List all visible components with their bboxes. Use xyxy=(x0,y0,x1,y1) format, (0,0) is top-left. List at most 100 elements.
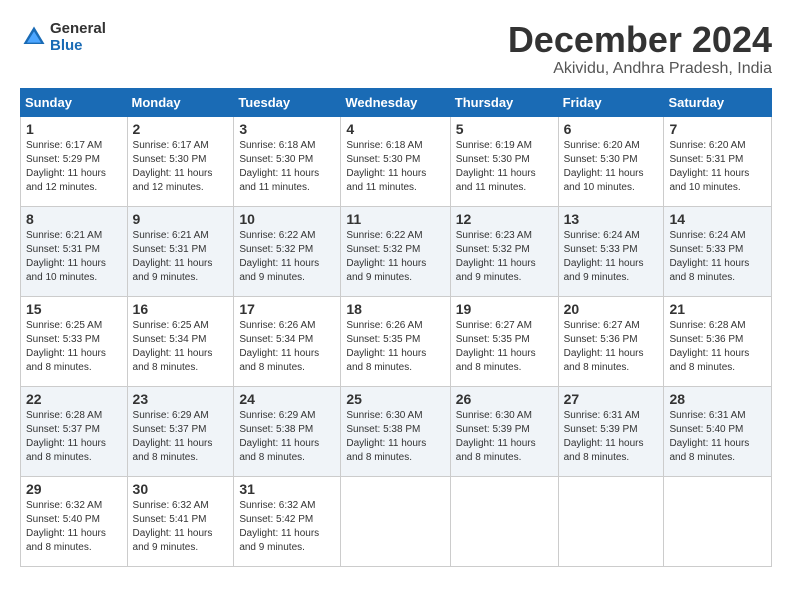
table-cell: 13 Sunrise: 6:24 AMSunset: 5:33 PMDayligh… xyxy=(558,206,664,296)
day-number: 21 xyxy=(669,301,766,317)
table-cell: 20 Sunrise: 6:27 AMSunset: 5:36 PMDayligh… xyxy=(558,296,664,386)
day-info: Sunrise: 6:32 AMSunset: 5:40 PMDaylight:… xyxy=(26,499,122,555)
day-number: 11 xyxy=(346,211,444,227)
day-number: 18 xyxy=(346,301,444,317)
title-section: December 2024 Akividu, Andhra Pradesh, I… xyxy=(508,20,772,78)
day-info: Sunrise: 6:18 AMSunset: 5:30 PMDaylight:… xyxy=(346,139,444,195)
month-title: December 2024 xyxy=(508,20,772,60)
table-cell: 30Sunrise: 6:32 AMSunset: 5:41 PMDayligh… xyxy=(127,476,234,566)
day-number: 2 xyxy=(133,121,229,137)
table-cell: 23 Sunrise: 6:29 AMSunset: 5:37 PMDayligh… xyxy=(127,386,234,476)
day-info: Sunrise: 6:21 AMSunset: 5:31 PMDaylight:… xyxy=(26,229,122,285)
col-sunday: Sunday xyxy=(21,88,128,116)
day-info: Sunrise: 6:24 AMSunset: 5:33 PMDaylight:… xyxy=(564,229,659,285)
table-cell xyxy=(664,476,772,566)
table-cell: 3Sunrise: 6:18 AMSunset: 5:30 PMDaylight… xyxy=(234,116,341,206)
table-cell: 21 Sunrise: 6:28 AMSunset: 5:36 PMDayligh… xyxy=(664,296,772,386)
table-cell: 4 Sunrise: 6:18 AMSunset: 5:30 PMDaylight… xyxy=(341,116,450,206)
day-number: 17 xyxy=(239,301,335,317)
table-cell: 14Sunrise: 6:24 AMSunset: 5:33 PMDayligh… xyxy=(664,206,772,296)
day-info: Sunrise: 6:28 AMSunset: 5:36 PMDaylight:… xyxy=(669,319,766,375)
calendar-row-2: 8 Sunrise: 6:21 AMSunset: 5:31 PMDaylight… xyxy=(21,206,772,296)
table-cell: 11 Sunrise: 6:22 AMSunset: 5:32 PMDayligh… xyxy=(341,206,450,296)
table-cell: 26Sunrise: 6:30 AMSunset: 5:39 PMDayligh… xyxy=(450,386,558,476)
day-info: Sunrise: 6:19 AMSunset: 5:30 PMDaylight:… xyxy=(456,139,553,195)
col-wednesday: Wednesday xyxy=(341,88,450,116)
calendar-table: Sunday Monday Tuesday Wednesday Thursday… xyxy=(20,88,772,567)
day-info: Sunrise: 6:26 AMSunset: 5:35 PMDaylight:… xyxy=(346,319,444,375)
day-number: 25 xyxy=(346,391,444,407)
table-cell: 6 Sunrise: 6:20 AMSunset: 5:30 PMDaylight… xyxy=(558,116,664,206)
day-number: 13 xyxy=(564,211,659,227)
day-info: Sunrise: 6:25 AMSunset: 5:34 PMDaylight:… xyxy=(133,319,229,375)
table-cell: 10 Sunrise: 6:22 AMSunset: 5:32 PMDayligh… xyxy=(234,206,341,296)
day-number: 9 xyxy=(133,211,229,227)
day-info: Sunrise: 6:27 AMSunset: 5:35 PMDaylight:… xyxy=(456,319,553,375)
day-number: 15 xyxy=(26,301,122,317)
table-cell xyxy=(341,476,450,566)
day-info: Sunrise: 6:21 AMSunset: 5:31 PMDaylight:… xyxy=(133,229,229,285)
day-number: 4 xyxy=(346,121,444,137)
day-number: 20 xyxy=(564,301,659,317)
day-info: Sunrise: 6:29 AMSunset: 5:37 PMDaylight:… xyxy=(133,409,229,465)
table-cell: 5 Sunrise: 6:19 AMSunset: 5:30 PMDaylight… xyxy=(450,116,558,206)
day-number: 10 xyxy=(239,211,335,227)
table-cell: 1 Sunrise: 6:17 AMSunset: 5:29 PMDaylight… xyxy=(21,116,128,206)
day-number: 12 xyxy=(456,211,553,227)
table-cell: 24Sunrise: 6:29 AMSunset: 5:38 PMDayligh… xyxy=(234,386,341,476)
day-number: 6 xyxy=(564,121,659,137)
logo-icon xyxy=(20,23,48,51)
day-number: 8 xyxy=(26,211,122,227)
table-cell: 9 Sunrise: 6:21 AMSunset: 5:31 PMDaylight… xyxy=(127,206,234,296)
day-info: Sunrise: 6:18 AMSunset: 5:30 PMDaylight:… xyxy=(239,139,335,195)
day-number: 19 xyxy=(456,301,553,317)
calendar-row-1: 1 Sunrise: 6:17 AMSunset: 5:29 PMDaylight… xyxy=(21,116,772,206)
table-cell: 16 Sunrise: 6:25 AMSunset: 5:34 PMDayligh… xyxy=(127,296,234,386)
col-friday: Friday xyxy=(558,88,664,116)
table-cell: 27 Sunrise: 6:31 AMSunset: 5:39 PMDayligh… xyxy=(558,386,664,476)
day-number: 23 xyxy=(133,391,229,407)
col-saturday: Saturday xyxy=(664,88,772,116)
col-tuesday: Tuesday xyxy=(234,88,341,116)
day-info: Sunrise: 6:17 AMSunset: 5:29 PMDaylight:… xyxy=(26,139,122,195)
table-cell: 25 Sunrise: 6:30 AMSunset: 5:38 PMDayligh… xyxy=(341,386,450,476)
table-cell: 17 Sunrise: 6:26 AMSunset: 5:34 PMDayligh… xyxy=(234,296,341,386)
table-cell: 31Sunrise: 6:32 AMSunset: 5:42 PMDayligh… xyxy=(234,476,341,566)
day-number: 7 xyxy=(669,121,766,137)
day-info: Sunrise: 6:22 AMSunset: 5:32 PMDaylight:… xyxy=(346,229,444,285)
location: Akividu, Andhra Pradesh, India xyxy=(508,60,772,78)
logo: General Blue xyxy=(20,20,106,54)
day-info: Sunrise: 6:22 AMSunset: 5:32 PMDaylight:… xyxy=(239,229,335,285)
table-cell: 7Sunrise: 6:20 AMSunset: 5:31 PMDaylight… xyxy=(664,116,772,206)
day-info: Sunrise: 6:23 AMSunset: 5:32 PMDaylight:… xyxy=(456,229,553,285)
day-number: 22 xyxy=(26,391,122,407)
day-number: 28 xyxy=(669,391,766,407)
calendar-header-row: Sunday Monday Tuesday Wednesday Thursday… xyxy=(21,88,772,116)
day-number: 14 xyxy=(669,211,766,227)
day-info: Sunrise: 6:31 AMSunset: 5:40 PMDaylight:… xyxy=(669,409,766,465)
calendar-row-3: 15 Sunrise: 6:25 AMSunset: 5:33 PMDayligh… xyxy=(21,296,772,386)
day-number: 1 xyxy=(26,121,122,137)
day-info: Sunrise: 6:17 AMSunset: 5:30 PMDaylight:… xyxy=(133,139,229,195)
table-cell: 29Sunrise: 6:32 AMSunset: 5:40 PMDayligh… xyxy=(21,476,128,566)
calendar-row-5: 29Sunrise: 6:32 AMSunset: 5:40 PMDayligh… xyxy=(21,476,772,566)
day-number: 24 xyxy=(239,391,335,407)
day-info: Sunrise: 6:20 AMSunset: 5:30 PMDaylight:… xyxy=(564,139,659,195)
day-info: Sunrise: 6:32 AMSunset: 5:41 PMDaylight:… xyxy=(133,499,229,555)
day-info: Sunrise: 6:26 AMSunset: 5:34 PMDaylight:… xyxy=(239,319,335,375)
calendar-row-4: 22Sunrise: 6:28 AMSunset: 5:37 PMDayligh… xyxy=(21,386,772,476)
logo-text: General Blue xyxy=(50,20,106,54)
table-cell xyxy=(450,476,558,566)
table-cell: 28 Sunrise: 6:31 AMSunset: 5:40 PMDayligh… xyxy=(664,386,772,476)
col-thursday: Thursday xyxy=(450,88,558,116)
day-info: Sunrise: 6:25 AMSunset: 5:33 PMDaylight:… xyxy=(26,319,122,375)
table-cell: 22Sunrise: 6:28 AMSunset: 5:37 PMDayligh… xyxy=(21,386,128,476)
day-number: 5 xyxy=(456,121,553,137)
day-number: 16 xyxy=(133,301,229,317)
table-cell xyxy=(558,476,664,566)
day-info: Sunrise: 6:31 AMSunset: 5:39 PMDaylight:… xyxy=(564,409,659,465)
day-info: Sunrise: 6:27 AMSunset: 5:36 PMDaylight:… xyxy=(564,319,659,375)
day-info: Sunrise: 6:32 AMSunset: 5:42 PMDaylight:… xyxy=(239,499,335,555)
day-number: 27 xyxy=(564,391,659,407)
day-info: Sunrise: 6:30 AMSunset: 5:38 PMDaylight:… xyxy=(346,409,444,465)
